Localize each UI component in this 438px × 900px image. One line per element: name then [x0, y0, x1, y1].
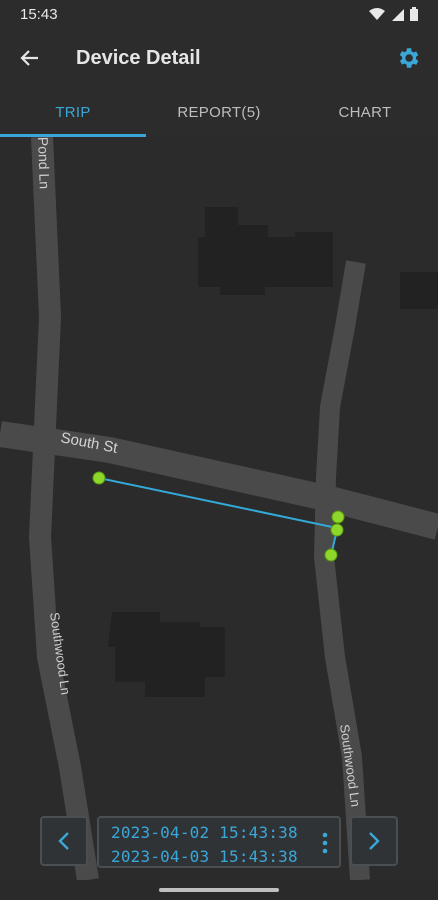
map-view[interactable]: Pond Ln South St Southwood Ln Southwood … — [0, 137, 438, 880]
chevron-left-icon — [58, 832, 69, 850]
tab-trip[interactable]: TRIP — [0, 88, 146, 137]
previous-day-button[interactable] — [40, 816, 88, 866]
back-button[interactable] — [0, 28, 60, 88]
route-point — [330, 523, 344, 537]
tab-chart[interactable]: CHART — [292, 88, 438, 137]
app-bar: Device Detail — [0, 28, 438, 88]
status-bar: 15:43 — [0, 0, 438, 28]
route-point-end — [324, 548, 338, 562]
arrow-left-icon — [20, 50, 38, 66]
route-point — [331, 510, 345, 524]
end-datetime: 2023-04-03 15:43:38 — [111, 847, 298, 866]
building — [198, 207, 333, 295]
building — [108, 612, 225, 697]
date-range-controls: 2023-04-02 15:43:38 2023-04-03 15:43:38 — [0, 816, 438, 870]
date-range-display[interactable]: 2023-04-02 15:43:38 2023-04-03 15:43:38 — [97, 816, 341, 868]
start-datetime: 2023-04-02 15:43:38 — [111, 823, 298, 842]
signal-icon — [392, 9, 404, 21]
street-label-pond-ln: Pond Ln — [35, 137, 53, 189]
next-day-button[interactable] — [350, 816, 398, 866]
wifi-icon — [369, 8, 385, 20]
chevron-right-icon — [369, 832, 380, 850]
building — [400, 272, 438, 309]
status-time: 15:43 — [20, 5, 58, 23]
road-pond-ln — [28, 137, 99, 880]
tab-bar: TRIP REPORT(5) CHART — [0, 88, 438, 137]
tab-report[interactable]: REPORT(5) — [146, 88, 292, 137]
road-south-st — [0, 421, 438, 540]
page-title: Device Detail — [76, 46, 201, 69]
settings-button[interactable] — [378, 28, 438, 88]
gesture-handle[interactable] — [159, 888, 279, 892]
gear-icon — [399, 48, 419, 68]
route-point-start — [92, 471, 106, 485]
map-canvas: Pond Ln South St Southwood Ln Southwood … — [0, 137, 438, 880]
battery-icon — [410, 7, 418, 21]
more-vert-icon[interactable] — [321, 832, 329, 854]
gesture-nav-area — [0, 880, 438, 900]
